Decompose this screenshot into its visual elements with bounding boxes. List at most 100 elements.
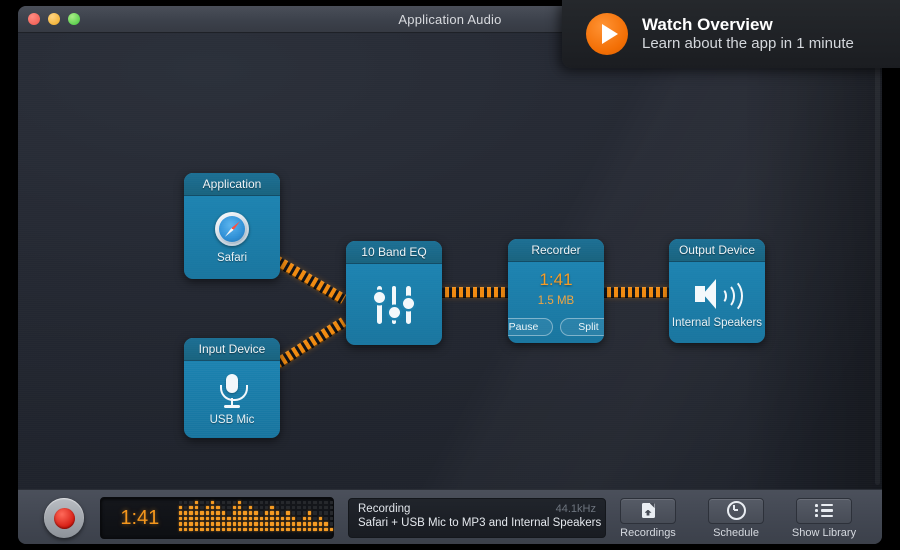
level-meter-cell bbox=[281, 501, 284, 504]
close-button[interactable] bbox=[28, 13, 40, 25]
watch-overview-banner[interactable]: Watch Overview Learn about the app in 1 … bbox=[562, 0, 900, 68]
level-meter-cell bbox=[233, 501, 236, 504]
level-meter-cell bbox=[254, 517, 257, 520]
level-meter-cell bbox=[313, 517, 316, 520]
level-meter-cell bbox=[270, 511, 273, 514]
level-meter-column bbox=[254, 501, 257, 531]
node-output-device-header: Output Device bbox=[669, 239, 765, 262]
node-application-header: Application bbox=[184, 173, 280, 196]
level-meter-column bbox=[184, 501, 187, 531]
level-meter-cell bbox=[281, 528, 284, 531]
watch-overview-subtitle: Learn about the app in 1 minute bbox=[642, 35, 854, 54]
level-meter-cell bbox=[249, 528, 252, 531]
level-meter-cell bbox=[189, 501, 192, 504]
level-meter-cell bbox=[260, 517, 263, 520]
level-meter-column bbox=[265, 501, 268, 531]
recorder-pause-button[interactable]: Pause bbox=[508, 318, 553, 336]
level-meter-cell bbox=[195, 506, 198, 509]
level-meter-column bbox=[308, 501, 311, 531]
level-meter-cell bbox=[292, 511, 295, 514]
toolbar-buttons: Recordings Schedule Show Library bbox=[612, 498, 860, 539]
level-meter-cell bbox=[216, 528, 219, 531]
level-meter-cell bbox=[233, 522, 236, 525]
level-meter-cell bbox=[243, 522, 246, 525]
level-meter-cell bbox=[195, 517, 198, 520]
level-meter-cell bbox=[211, 506, 214, 509]
show-library-button[interactable]: Show Library bbox=[788, 498, 860, 539]
level-meter-cell bbox=[292, 506, 295, 509]
zoom-button[interactable] bbox=[68, 13, 80, 25]
node-recorder[interactable]: Recorder 1:41 1.5 MB Pause Split bbox=[508, 239, 604, 343]
level-meter-cell bbox=[292, 517, 295, 520]
level-meter-cell bbox=[270, 506, 273, 509]
level-meter-column bbox=[286, 501, 289, 531]
level-meter-cell bbox=[238, 522, 241, 525]
level-meter-cell bbox=[297, 506, 300, 509]
signal-chain-canvas[interactable]: Application Safari Input Device bbox=[18, 33, 882, 489]
minimize-button[interactable] bbox=[48, 13, 60, 25]
node-output-device[interactable]: Output Device Internal Speakers bbox=[669, 239, 765, 343]
node-equalizer[interactable]: 10 Band EQ bbox=[346, 241, 442, 345]
record-button[interactable] bbox=[44, 498, 84, 538]
node-recorder-header: Recorder bbox=[508, 239, 604, 262]
level-meter-column bbox=[195, 501, 198, 531]
recordings-button-label: Recordings bbox=[620, 527, 676, 539]
level-meter-column bbox=[330, 501, 333, 531]
level-meter-cell bbox=[206, 528, 209, 531]
clock-icon bbox=[727, 501, 746, 520]
level-meter-cell bbox=[260, 506, 263, 509]
level-meter-cell bbox=[265, 522, 268, 525]
level-meter-cell bbox=[243, 506, 246, 509]
node-input-device[interactable]: Input Device USB Mic bbox=[184, 338, 280, 438]
level-meter-cell bbox=[313, 528, 316, 531]
level-meter-cell bbox=[227, 528, 230, 531]
level-meter-column bbox=[297, 501, 300, 531]
recordings-button[interactable]: Recordings bbox=[612, 498, 684, 539]
schedule-button[interactable]: Schedule bbox=[700, 498, 772, 539]
traffic-lights bbox=[28, 13, 80, 25]
show-library-button-label: Show Library bbox=[792, 527, 856, 539]
level-meter-cell bbox=[313, 501, 316, 504]
level-meter-cell bbox=[200, 528, 203, 531]
level-meter-cell bbox=[330, 501, 333, 504]
level-meter-cell bbox=[324, 522, 327, 525]
level-meter-cell bbox=[281, 506, 284, 509]
level-meter-cell bbox=[195, 511, 198, 514]
recorder-file-size: 1.5 MB bbox=[538, 295, 574, 307]
speaker-icon bbox=[695, 277, 739, 311]
bottom-toolbar: 1:41 Recording 44.1kHz Safari + USB Mic … bbox=[18, 489, 882, 544]
level-meter-cell bbox=[189, 511, 192, 514]
level-meter-cell bbox=[292, 522, 295, 525]
microphone-icon bbox=[219, 374, 245, 408]
record-dot-icon bbox=[54, 508, 75, 529]
level-meter-column bbox=[303, 501, 306, 531]
level-meter-cell bbox=[265, 501, 268, 504]
level-meter-column bbox=[319, 501, 322, 531]
level-meter-cell bbox=[276, 511, 279, 514]
level-meter-cell bbox=[286, 506, 289, 509]
level-meter-cell bbox=[233, 506, 236, 509]
level-meter-cell bbox=[286, 511, 289, 514]
level-meter-cell bbox=[270, 528, 273, 531]
level-meter-cell bbox=[330, 506, 333, 509]
level-meter-cell bbox=[324, 506, 327, 509]
level-meter-cell bbox=[254, 506, 257, 509]
level-meter-cell bbox=[286, 522, 289, 525]
level-meter-cell bbox=[324, 501, 327, 504]
level-meter-cell bbox=[222, 517, 225, 520]
cable-application-to-eq bbox=[273, 256, 346, 305]
lcd-display: 1:41 bbox=[100, 497, 334, 539]
level-meter-column bbox=[260, 501, 263, 531]
play-icon[interactable] bbox=[586, 13, 628, 55]
level-meter-column bbox=[211, 501, 214, 531]
level-meter-cell bbox=[206, 517, 209, 520]
level-meter-cell bbox=[243, 511, 246, 514]
level-meter-cell bbox=[200, 517, 203, 520]
node-application[interactable]: Application Safari bbox=[184, 173, 280, 279]
node-input-device-label: USB Mic bbox=[210, 414, 255, 426]
level-meter-cell bbox=[286, 501, 289, 504]
level-meter-cell bbox=[265, 517, 268, 520]
recorder-split-button[interactable]: Split bbox=[560, 318, 605, 336]
recorder-controls: Pause Split bbox=[508, 318, 604, 336]
level-meter-cell bbox=[308, 522, 311, 525]
